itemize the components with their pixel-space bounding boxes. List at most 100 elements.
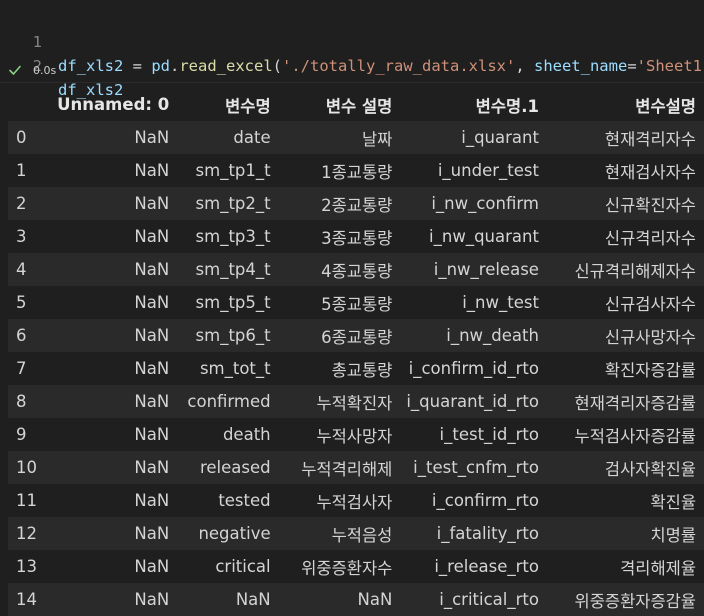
table-row: 3 NaN sm_tp3_t 3종교통량 i_nw_quarant 신규격리자수 [8, 220, 704, 253]
table-row: 0 NaN date 날짜 i_quarant 현재격리자수 [8, 121, 704, 154]
table-cell: 누적음성 [331, 525, 393, 545]
row-index: 5 [16, 293, 27, 312]
code-line-1[interactable]: 1 df_xls2 = pd.read_excel('./totally_raw… [0, 6, 704, 75]
table-cell: tested [218, 491, 271, 510]
column-header: 변수명.1 [475, 96, 539, 116]
table-cell: sm_tot_t [199, 359, 271, 378]
table-cell: 치명률 [650, 525, 696, 545]
table-cell: i_confirm_rto [431, 491, 539, 510]
table-cell: NaN [134, 161, 170, 180]
row-index: 11 [16, 491, 37, 510]
execution-time: 0.0s [33, 64, 57, 77]
row-index: 3 [16, 227, 27, 246]
column-header: 변수 설명 [325, 96, 393, 116]
table-row: 1 NaN sm_tp1_t 1종교통량 i_under_test 현재검사자수 [8, 154, 704, 187]
table-cell: i_nw_confirm [431, 194, 539, 213]
table-cell: NaN [134, 458, 170, 477]
table-cell: negative [198, 524, 271, 543]
table-cell: date [233, 128, 271, 147]
table-cell: critical [215, 557, 271, 576]
table-cell: i_quarant_id_rto [406, 392, 539, 411]
table-cell: NaN [134, 194, 170, 213]
table-cell: 4종교통량 [321, 261, 393, 281]
row-index: 2 [16, 194, 27, 213]
table-cell: 신규검사자수 [604, 294, 696, 314]
table-cell: 3종교통량 [321, 228, 393, 248]
table-cell: 누적검사자 [316, 492, 393, 512]
table-row: 7 NaN sm_tot_t 총교통량 i_confirm_id_rto 확진자증감률 [8, 352, 704, 385]
table-row: 2 NaN sm_tp2_t 2종교통량 i_nw_confirm 신규확진자수 [8, 187, 704, 220]
dataframe-table: Unnamed: 0 변수명 변수 설명 변수명.1 변수설명 0 NaN date… [8, 88, 704, 616]
table-cell: 확진율 [650, 492, 696, 512]
table-cell: i_test_id_rto [439, 425, 539, 444]
code-cell-editor[interactable]: 1 df_xls2 = pd.read_excel('./totally_raw… [0, 0, 704, 99]
table-cell: 신규격리자수 [604, 228, 696, 248]
table-cell: confirmed [187, 392, 271, 411]
table-cell: 신규사망자수 [604, 327, 696, 347]
table-cell: 누적확진자 [316, 393, 393, 413]
row-index: 13 [16, 557, 37, 576]
table-cell: NaN [134, 260, 170, 279]
table-cell: NaN [134, 392, 170, 411]
cell-output: Unnamed: 0 변수명 변수 설명 변수명.1 변수설명 0 NaN date… [0, 88, 704, 616]
table-cell: NaN [134, 326, 170, 345]
column-header: 변수설명 [635, 96, 696, 116]
table-row: 5 NaN sm_tp5_t 5종교통량 i_nw_test 신규검사자수 [8, 286, 704, 319]
row-index: 9 [16, 425, 27, 444]
table-row: 10 NaN released 누적격리해제 i_test_cnfm_rto 검사자확진율 [8, 451, 704, 484]
table-row: 12 NaN negative 누적음성 i_fatality_rto 치명률 [8, 517, 704, 550]
table-cell: 위중증환자수 [301, 558, 393, 578]
table-cell: NaN [134, 557, 170, 576]
table-row: 8 NaN confirmed 누적확진자 i_quarant_id_rto 현재격리자증… [8, 385, 704, 418]
row-index: 0 [16, 128, 27, 147]
table-cell: 격리해제율 [620, 558, 696, 578]
table-cell: NaN [134, 590, 170, 609]
row-index: 1 [16, 161, 27, 180]
table-row: 14 NaN NaN NaN i_critical_rto 위중증환자증감율 [8, 583, 704, 616]
table-row: 6 NaN sm_tp6_t 6종교통량 i_nw_death 신규사망자수 [8, 319, 704, 352]
table-cell: sm_tp2_t [195, 194, 271, 213]
table-cell: 5종교통량 [321, 294, 393, 314]
table-cell: i_under_test [437, 161, 539, 180]
cell-execution-status: 0.0s [0, 60, 704, 83]
table-cell: sm_tp1_t [195, 161, 271, 180]
table-cell: NaN [134, 128, 170, 147]
column-header: Unnamed: 0 [57, 95, 170, 114]
table-cell: 2종교통량 [321, 195, 393, 215]
table-cell: NaN [134, 524, 170, 543]
table-header-row: Unnamed: 0 변수명 변수 설명 변수명.1 변수설명 [8, 88, 704, 121]
table-cell: 누적격리해제 [301, 459, 393, 479]
table-cell: 6종교통량 [321, 327, 393, 347]
table-cell: sm_tp3_t [195, 227, 271, 246]
table-cell: 1종교통량 [321, 162, 393, 182]
table-cell: sm_tp6_t [195, 326, 271, 345]
table-cell: sm_tp4_t [195, 260, 271, 279]
table-cell: NaN [134, 227, 170, 246]
table-cell: 총교통량 [331, 360, 393, 380]
table-cell: 누적검사자증감률 [574, 426, 696, 446]
table-cell: i_critical_rto [439, 590, 539, 609]
row-index: 7 [16, 359, 27, 378]
code-line-2[interactable]: 2 df_xls2 [0, 30, 704, 99]
table-cell: NaN [134, 359, 170, 378]
table-row: 9 NaN death 누적사망자 i_test_id_rto 누적검사자증감률 [8, 418, 704, 451]
table-cell: sm_tp5_t [195, 293, 271, 312]
row-index: 10 [16, 458, 37, 477]
index-header [8, 88, 51, 121]
row-index: 12 [16, 524, 37, 543]
table-cell: i_quarant [461, 128, 539, 147]
table-cell: 위중증환자증감율 [574, 591, 696, 611]
table-cell: i_release_rto [434, 557, 539, 576]
table-cell: 확진자증감률 [604, 360, 696, 380]
table-cell: NaN [134, 491, 170, 510]
table-cell: 현재격리자수 [604, 129, 696, 149]
table-cell: i_nw_death [446, 326, 539, 345]
table-cell: i_test_cnfm_rto [413, 458, 539, 477]
table-cell: NaN [134, 293, 170, 312]
table-row: 13 NaN critical 위중증환자수 i_release_rto 격리해제율 [8, 550, 704, 583]
table-cell: i_nw_release [433, 260, 539, 279]
table-row: 4 NaN sm_tp4_t 4종교통량 i_nw_release 신규격리해제자수 [8, 253, 704, 286]
check-icon [9, 65, 21, 75]
table-cell: i_confirm_id_rto [408, 359, 539, 378]
table-cell: 검사자확진율 [604, 459, 696, 479]
